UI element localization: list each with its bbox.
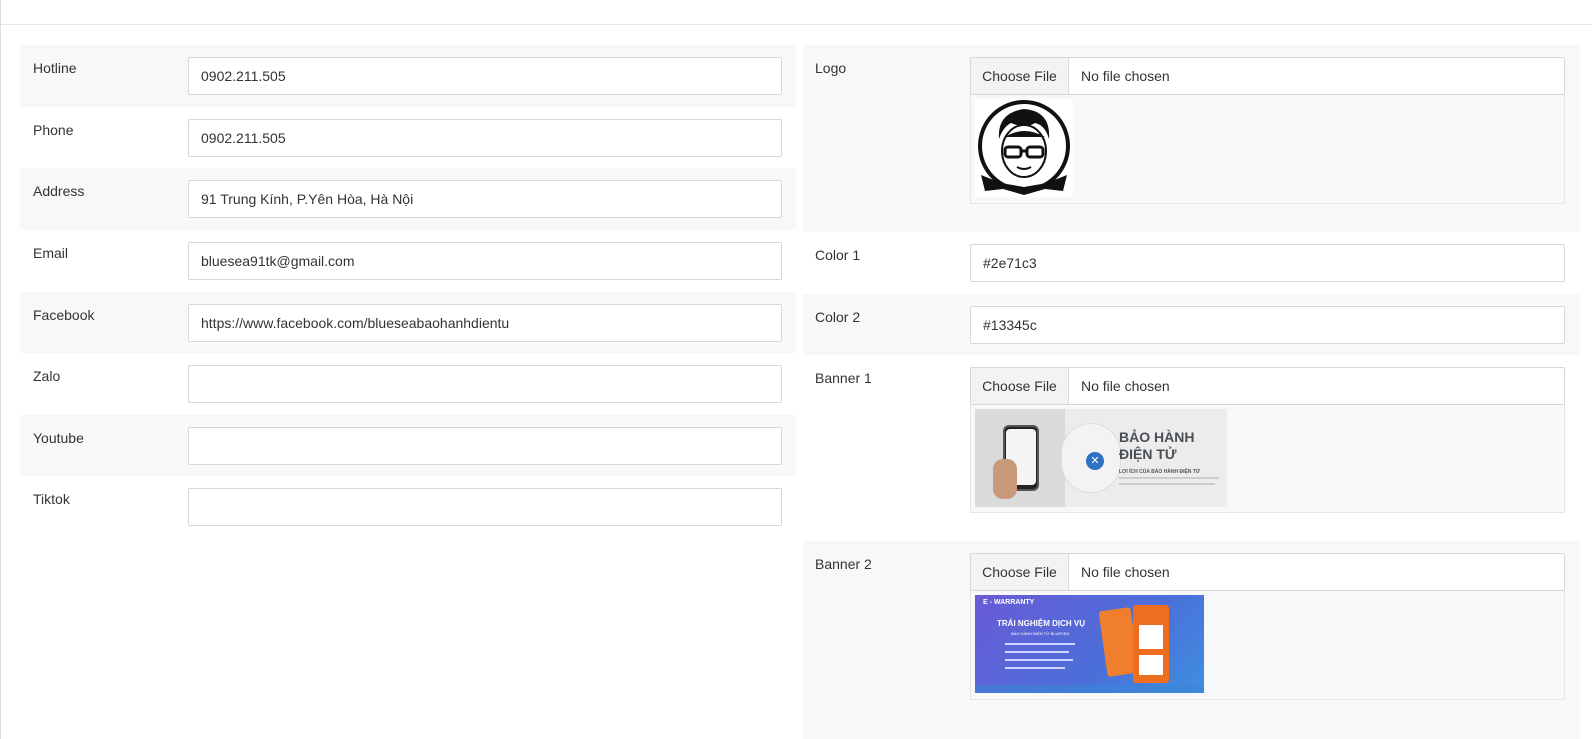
address-label: Address — [33, 183, 85, 199]
banner2-label: Banner 2 — [815, 556, 872, 572]
form-row-banner2: Banner 2 Choose File No file chosen E - … — [803, 541, 1580, 739]
banner2-preview: E - WARRANTY TRẢI NGHIỆM DỊCH VỤ BẢO HÀN… — [970, 591, 1565, 700]
banner1-title-line1: BẢO HÀNH — [1119, 429, 1195, 445]
top-bar — [0, 0, 1592, 25]
color1-label: Color 1 — [815, 247, 861, 263]
banner1-file-input[interactable]: Choose File No file chosen — [970, 367, 1565, 405]
phone-hand-graphic — [975, 409, 1065, 507]
zalo-input[interactable] — [188, 365, 782, 403]
banner1-preview: ✕ BẢO HÀNH ĐIỆN TỬ LỢI ÍCH CỦA BẢO HÀNH … — [970, 405, 1565, 513]
email-input[interactable] — [188, 242, 782, 280]
form-row-tiktok: Tiktok — [20, 476, 796, 538]
tiktok-label: Tiktok — [33, 491, 70, 507]
banner1-title: BẢO HÀNH ĐIỆN TỬ — [1119, 429, 1194, 463]
banner2-subheadline: BẢO HÀNH ĐIỆN TỬ BLUESEA — [1011, 631, 1070, 636]
banner2-brand: E - WARRANTY — [983, 599, 1035, 606]
color2-label: Color 2 — [815, 309, 861, 325]
banner1-choose-file-button[interactable]: Choose File — [971, 368, 1069, 404]
banner1-label: Banner 1 — [815, 370, 872, 386]
form-row-facebook: Facebook — [20, 292, 796, 353]
tiktok-input[interactable] — [188, 488, 782, 526]
youtube-label: Youtube — [33, 430, 84, 446]
banner2-image: E - WARRANTY TRẢI NGHIỆM DỊCH VỤ BẢO HÀN… — [975, 595, 1204, 693]
email-label: Email — [33, 245, 69, 261]
facebook-label: Facebook — [33, 307, 95, 323]
banner1-image: ✕ BẢO HÀNH ĐIỆN TỬ LỢI ÍCH CỦA BẢO HÀNH … — [975, 409, 1227, 507]
hotline-input[interactable] — [188, 57, 782, 95]
logo-choose-file-button[interactable]: Choose File — [971, 58, 1069, 94]
form-row-color2: Color 2 — [803, 294, 1580, 355]
youtube-input[interactable] — [188, 427, 782, 465]
logo-image — [975, 99, 1073, 197]
color2-input[interactable] — [970, 306, 1565, 344]
logo-preview — [970, 95, 1565, 204]
logo-label: Logo — [815, 60, 847, 76]
contact-form: Hotline Phone Address Email Facebook Zal… — [20, 45, 796, 538]
banner1-file-status: No file chosen — [1081, 378, 1170, 394]
form-row-logo: Logo Choose File No file chosen — [803, 45, 1580, 232]
form-row-zalo: Zalo — [20, 353, 796, 415]
banner2-file-input[interactable]: Choose File No file chosen — [970, 553, 1565, 591]
form-row-color1: Color 1 — [803, 232, 1580, 294]
form-row-hotline: Hotline — [20, 45, 796, 107]
form-row-email: Email — [20, 230, 796, 292]
branding-form: Logo Choose File No file chosen Color 1 … — [803, 45, 1592, 739]
banner2-headline: TRẢI NGHIỆM DỊCH VỤ — [997, 619, 1085, 628]
qr-card-graphic — [1133, 605, 1169, 683]
phone-input[interactable] — [188, 119, 782, 157]
hotline-label: Hotline — [33, 60, 77, 76]
banner2-file-status: No file chosen — [1081, 564, 1170, 580]
color1-input[interactable] — [970, 244, 1565, 282]
form-row-address: Address — [20, 168, 796, 230]
shield-graphic: ✕ — [1061, 423, 1121, 493]
zalo-label: Zalo — [33, 368, 61, 384]
avatar-icon — [975, 99, 1073, 197]
logo-file-input[interactable]: Choose File No file chosen — [970, 57, 1565, 95]
banner1-subtitle: LỢI ÍCH CỦA BẢO HÀNH ĐIỆN TỬ — [1119, 469, 1201, 475]
logo-file-status: No file chosen — [1081, 68, 1170, 84]
banner1-title-line2: ĐIỆN TỬ — [1119, 446, 1177, 462]
left-edge-divider — [0, 0, 1, 739]
form-row-phone: Phone — [20, 107, 796, 168]
banner2-choose-file-button[interactable]: Choose File — [971, 554, 1069, 590]
form-row-banner1: Banner 1 Choose File No file chosen ✕ BẢ… — [803, 355, 1580, 541]
address-input[interactable] — [188, 180, 782, 218]
facebook-input[interactable] — [188, 304, 782, 342]
wrench-icon: ✕ — [1086, 452, 1104, 470]
phone-label: Phone — [33, 122, 74, 138]
form-row-youtube: Youtube — [20, 415, 796, 476]
